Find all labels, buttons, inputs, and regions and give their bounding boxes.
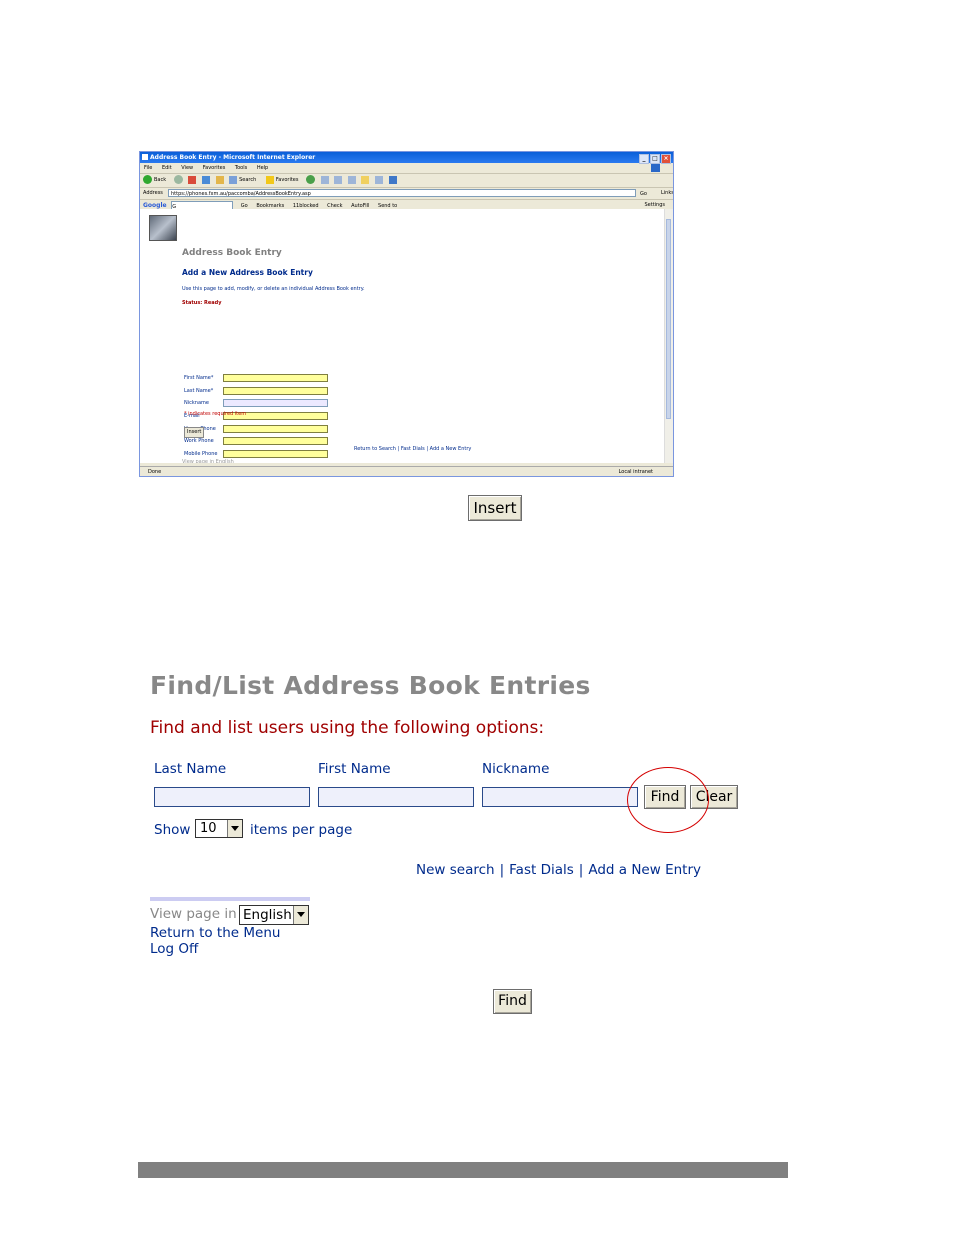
field-label: Mobile Phone: [184, 451, 218, 457]
vertical-scrollbar[interactable]: [664, 209, 673, 463]
field-label: First Name*: [184, 375, 214, 381]
inner-page-subtitle: Add a New Address Book Entry: [182, 268, 313, 277]
home-icon[interactable]: [215, 175, 224, 184]
menu-file[interactable]: File: [144, 165, 152, 171]
inner-page-description: Use this page to add, modify, or delete …: [182, 286, 365, 292]
edit-icon[interactable]: [347, 175, 356, 184]
address-bar: Address https://phones.fxm.au/paccomba/A…: [140, 188, 673, 200]
divider: [150, 897, 310, 901]
tool-icon[interactable]: [388, 175, 397, 184]
first-name-search-input[interactable]: [318, 787, 474, 807]
inner-nav-links[interactable]: Return to Search | Fast Dials | Add a Ne…: [354, 446, 471, 452]
field-work-phone: Work Phone: [184, 437, 384, 446]
return-to-menu-link[interactable]: Return to the Menu: [150, 925, 280, 941]
fast-dials-link[interactable]: Fast Dials: [509, 862, 574, 878]
first-name-label: First Name: [318, 761, 391, 777]
chevron-down-icon[interactable]: [227, 820, 242, 837]
mail-icon[interactable]: [320, 175, 329, 184]
search-label[interactable]: Search: [239, 177, 256, 183]
field-label: Last Name*: [184, 388, 214, 394]
nav-separator: |: [499, 862, 505, 878]
nav-links: New search | Fast Dials | Add a New Entry: [416, 862, 701, 878]
windows-logo-icon: [651, 164, 660, 172]
field-home-phone: Home Phone: [184, 425, 384, 434]
inner-status: Status: Ready: [182, 300, 222, 306]
forward-icon[interactable]: [173, 175, 183, 184]
browser-window: Address Book Entry - Microsoft Internet …: [139, 151, 674, 477]
language-select[interactable]: English: [239, 905, 309, 925]
home-phone-input[interactable]: [223, 425, 328, 433]
browser-status-bar: Done Local intranet: [140, 466, 673, 476]
go-button[interactable]: Go: [640, 189, 647, 200]
menu-tools[interactable]: Tools: [235, 165, 247, 171]
language-value: English: [243, 907, 292, 923]
favorites-icon[interactable]: [265, 175, 274, 184]
first-name-input[interactable]: [223, 374, 328, 382]
links-label[interactable]: Links: [661, 188, 673, 199]
work-phone-input[interactable]: [223, 437, 328, 445]
search-icon[interactable]: [229, 175, 238, 184]
field-last-name: Last Name*: [184, 387, 384, 396]
nickname-input[interactable]: [223, 399, 328, 407]
new-search-link[interactable]: New search: [416, 862, 495, 878]
browser-toolbar: Back Search Favorites: [140, 174, 673, 188]
nav-separator: |: [578, 862, 584, 878]
status-zone: Local intranet: [618, 469, 653, 475]
menu-help[interactable]: Help: [257, 165, 268, 171]
field-label: Nickname: [184, 400, 209, 406]
find-button-standalone[interactable]: Find: [493, 989, 532, 1014]
window-title: Address Book Entry - Microsoft Internet …: [150, 154, 316, 161]
address-input[interactable]: https://phones.fxm.au/paccomba/AddressBo…: [168, 189, 636, 197]
address-label: Address: [143, 190, 163, 196]
nickname-label: Nickname: [482, 761, 550, 777]
field-nickname: Nickname: [184, 399, 384, 408]
nickname-search-input[interactable]: [482, 787, 638, 807]
browser-title-bar: Address Book Entry - Microsoft Internet …: [140, 152, 673, 164]
favorites-label[interactable]: Favorites: [276, 177, 299, 183]
page-title: Find/List Address Book Entries: [150, 671, 591, 700]
stop-icon[interactable]: [188, 175, 197, 184]
menu-view[interactable]: View: [181, 165, 193, 171]
last-name-search-input[interactable]: [154, 787, 310, 807]
site-logo: [149, 215, 177, 241]
back-icon[interactable]: [143, 175, 152, 184]
back-label[interactable]: Back: [154, 177, 166, 183]
inner-view-page: View page in English: [182, 459, 234, 463]
scrollbar-thumb[interactable]: [666, 219, 671, 419]
inner-page-title: Address Book Entry: [182, 248, 282, 258]
footer-bar: [138, 1162, 788, 1178]
field-label: Work Phone: [184, 438, 214, 444]
refresh-icon[interactable]: [201, 175, 210, 184]
status-done: Done: [148, 469, 162, 475]
mobile-phone-input[interactable]: [223, 450, 328, 458]
menu-edit[interactable]: Edit: [162, 165, 172, 171]
inner-insert-button[interactable]: Insert: [184, 427, 205, 438]
view-page-label: View page in: [150, 906, 237, 922]
clear-button[interactable]: Clear: [690, 785, 738, 809]
last-name-input[interactable]: [223, 387, 328, 395]
ie-icon: [142, 154, 148, 160]
browser-content: Address Book Entry Add a New Address Boo…: [140, 209, 666, 463]
google-logo: Google: [143, 202, 167, 209]
last-name-label: Last Name: [154, 761, 227, 777]
items-per-page-label: items per page: [250, 822, 353, 838]
insert-button[interactable]: Insert: [468, 495, 522, 521]
field-first-name: First Name*: [184, 374, 384, 383]
add-new-entry-link[interactable]: Add a New Entry: [588, 862, 701, 878]
browser-menu-bar: File Edit View Favorites Tools Help: [140, 163, 673, 174]
menu-favorites[interactable]: Favorites: [203, 165, 226, 171]
print-icon[interactable]: [334, 175, 343, 184]
log-off-link[interactable]: Log Off: [150, 941, 198, 957]
required-note: * indicates required item: [184, 411, 247, 417]
find-button[interactable]: Find: [644, 785, 686, 809]
messenger-icon[interactable]: [375, 175, 384, 184]
chevron-down-icon[interactable]: [293, 906, 308, 924]
history-icon[interactable]: [306, 175, 316, 184]
page-subtitle: Find and list users using the following …: [150, 718, 545, 738]
items-per-page-select[interactable]: 10: [195, 819, 243, 838]
items-per-page-value: 10: [200, 821, 217, 836]
show-label: Show: [154, 822, 191, 838]
folder-icon[interactable]: [361, 175, 370, 184]
